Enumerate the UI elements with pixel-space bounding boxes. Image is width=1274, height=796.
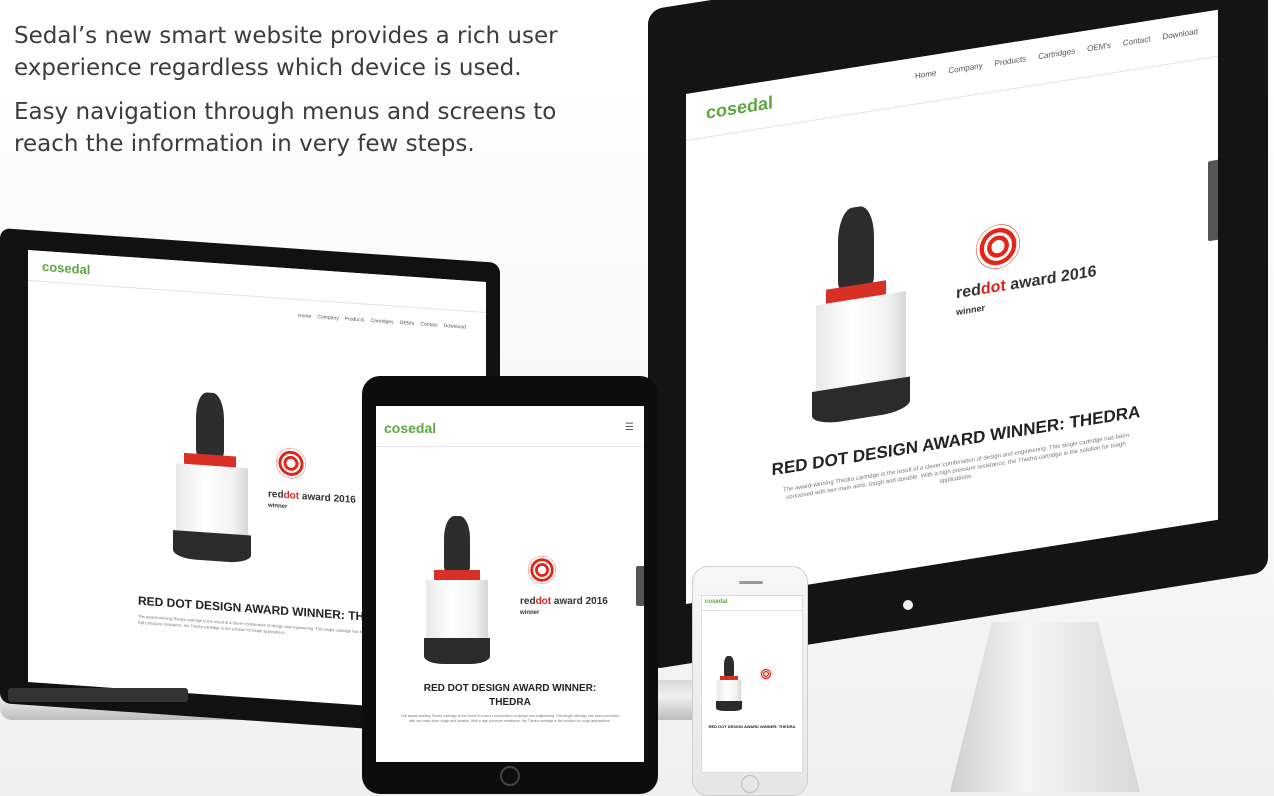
intro-text: Sedal’s new smart website provides a ric… — [14, 20, 614, 172]
award-winner-label: winner — [520, 610, 540, 616]
phone-screen: cosedal RED DOT DESIGN AWARD WINNER: THE… — [701, 595, 803, 773]
site-header: cosedal — [702, 596, 802, 611]
site-header: cosedal ☰ — [376, 406, 644, 447]
tablet-home-button[interactable] — [500, 766, 520, 786]
nav-home[interactable]: Home — [915, 68, 936, 80]
nav-oems[interactable]: OEM's — [1087, 41, 1111, 54]
thedra-cartridge-image — [806, 198, 916, 427]
smartphone: cosedal RED DOT DESIGN AWARD WINNER: THE… — [692, 566, 808, 796]
red-dot-logo-icon — [976, 221, 1020, 273]
side-tab[interactable] — [1208, 159, 1218, 242]
hamburger-menu-icon[interactable]: ☰ — [625, 422, 634, 433]
side-tab[interactable] — [636, 566, 644, 606]
phone-home-button[interactable] — [741, 775, 759, 793]
monitor-power-icon — [903, 600, 913, 610]
monitor-stand — [950, 622, 1140, 792]
site-header: cosedal — [28, 249, 486, 313]
thedra-cartridge-image — [714, 656, 744, 712]
nav-download[interactable]: Download — [1162, 27, 1198, 42]
phone-speaker — [739, 581, 763, 584]
nav-contact[interactable]: Contact — [1123, 34, 1151, 47]
intro-line-2: Easy navigation through menus and screen… — [14, 99, 557, 157]
nav-download[interactable]: Download — [444, 323, 466, 331]
red-dot-logo-icon — [528, 556, 556, 584]
nav-company[interactable]: Company — [317, 314, 338, 321]
thedra-cartridge-image — [420, 516, 496, 666]
award-winner-label: winner — [956, 302, 986, 318]
nav-company[interactable]: Company — [948, 61, 982, 75]
nav-contact[interactable]: Contact — [420, 321, 437, 328]
laptop-dock — [8, 688, 188, 702]
site-logo[interactable]: cosedal — [384, 420, 436, 436]
site-logo[interactable]: cosedal — [705, 599, 727, 605]
thedra-cartridge-image — [168, 390, 258, 566]
red-dot-logo-icon — [760, 668, 772, 680]
award-headline: RED DOT DESIGN AWARD WINNER: THEDRA — [708, 724, 796, 729]
site-logo[interactable]: cosedal — [42, 259, 90, 277]
award-winner-label: winner — [268, 502, 288, 511]
monitor-screen: cosedal Home Company Products Cartridges… — [686, 9, 1218, 604]
nav-cartridges[interactable]: Cartridges — [1038, 46, 1075, 61]
award-headline: RED DOT DESIGN AWARD WINNER: THEDRA — [423, 683, 597, 708]
marketing-scene: Sedal’s new smart website provides a ric… — [0, 0, 1274, 796]
red-dot-logo-icon — [276, 447, 306, 480]
nav-oems[interactable]: OEM's — [400, 320, 415, 327]
site-nav: Home Company Products Cartridges OEM's C… — [915, 27, 1198, 81]
award-title: reddot award 2016 — [520, 596, 608, 607]
site-header: cosedal Home Company Products Cartridges… — [686, 9, 1218, 141]
tablet-screen: cosedal ☰ reddot award 2016 winner RED D… — [376, 406, 644, 762]
award-title: reddot award 2016 — [956, 262, 1097, 303]
site-nav: Home Company Products Cartridges OEM's C… — [298, 313, 466, 331]
site-logo[interactable]: cosedal — [706, 92, 773, 124]
nav-products[interactable]: Products — [995, 54, 1027, 68]
intro-line-1: Sedal’s new smart website provides a ric… — [14, 23, 558, 81]
award-description: The award-winning Thedra cartridge is th… — [400, 714, 620, 723]
nav-home[interactable]: Home — [298, 313, 311, 320]
tablet: cosedal ☰ reddot award 2016 winner RED D… — [362, 376, 658, 794]
nav-cartridges[interactable]: Cartridges — [370, 318, 393, 326]
nav-products[interactable]: Products — [345, 316, 365, 323]
